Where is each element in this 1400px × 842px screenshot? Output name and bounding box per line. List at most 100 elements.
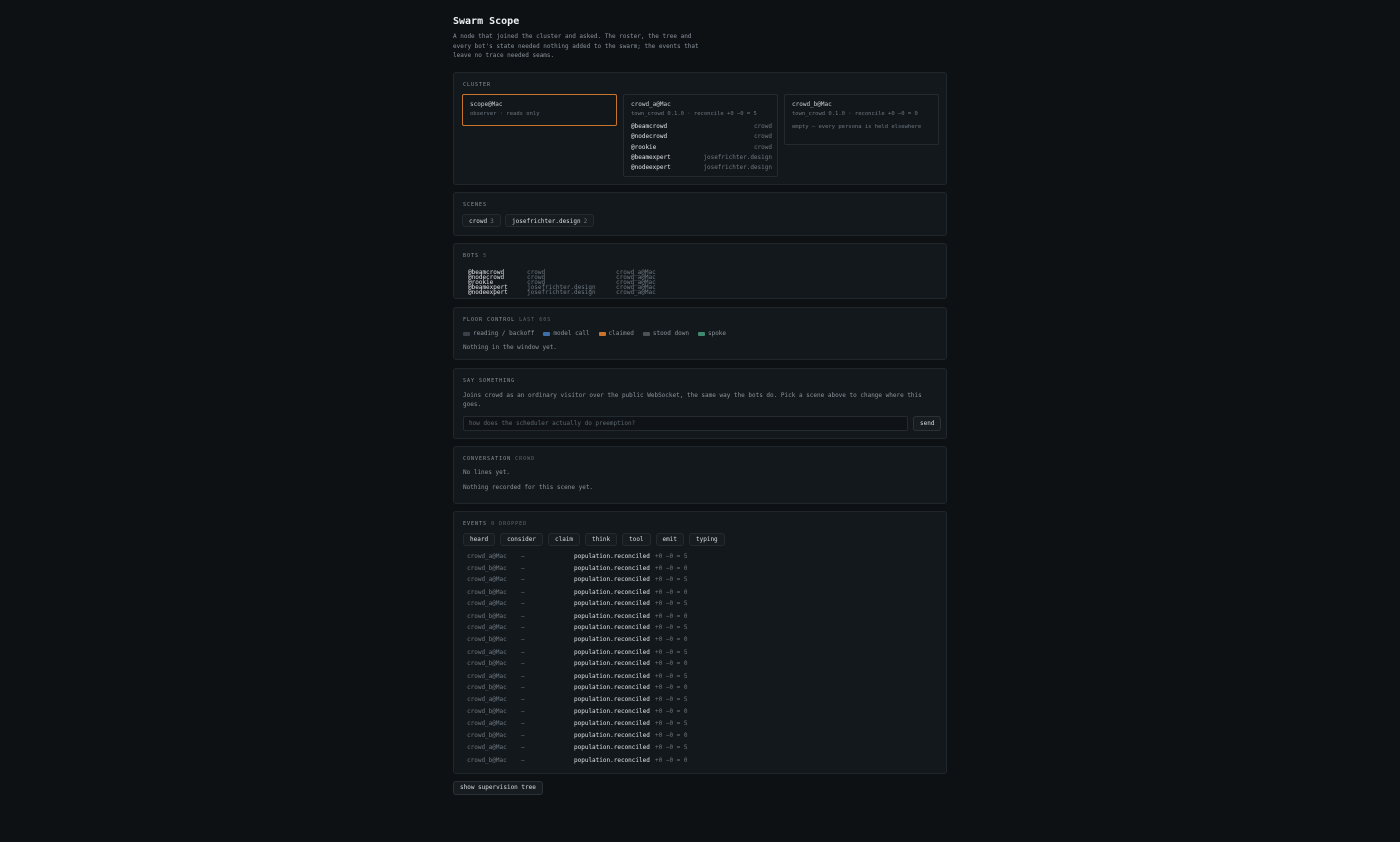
node-scope[interactable]: scope@Mac observer · reads only bbox=[462, 94, 617, 126]
conversation-empty-lines: No lines yet. bbox=[463, 469, 510, 476]
event-node: crowd_a@Mac bbox=[467, 576, 507, 583]
legend-swatch bbox=[463, 331, 470, 336]
scenes-title: SCENES bbox=[463, 202, 488, 208]
scene-chip-josefrichter[interactable]: josefrichter.design 2 bbox=[505, 214, 595, 227]
event-kind: population.reconciled bbox=[574, 696, 650, 703]
legend-label: reading / backoff bbox=[473, 330, 535, 337]
legend-label: stood down bbox=[652, 330, 689, 337]
roster-row: @nodecrowd crowd bbox=[631, 133, 772, 143]
event-value: +0 −0 = 0 bbox=[655, 660, 688, 667]
scene-count: 3 bbox=[490, 218, 494, 225]
roster-handle: @beamexpert bbox=[631, 153, 671, 161]
roster-handle: @nodeexpert bbox=[631, 164, 671, 172]
events-card: EVENTS 0 DROPPED heard consider claim th… bbox=[453, 511, 947, 774]
event-kind: population.reconciled bbox=[574, 757, 650, 764]
node-crowd-a[interactable]: crowd_a@Mac town_crowd 0.1.0 · reconcile… bbox=[623, 94, 778, 177]
scene-name: crowd bbox=[469, 218, 488, 225]
event-value: +0 −0 = 5 bbox=[655, 576, 688, 583]
event-kind: population.reconciled bbox=[574, 600, 650, 607]
event-dash: — bbox=[521, 613, 525, 620]
event-kind: population.reconciled bbox=[574, 576, 650, 583]
event-value: +0 −0 = 5 bbox=[655, 624, 688, 631]
filter-claim[interactable]: claim bbox=[547, 533, 581, 546]
node-crowd-b[interactable]: crowd_b@Mac town_crowd 0.1.0 · reconcile… bbox=[784, 94, 939, 145]
node-name: scope@Mac bbox=[470, 101, 503, 108]
roster-row: @nodeexpert josefrichter.design bbox=[631, 164, 772, 174]
event-dash: — bbox=[521, 732, 525, 739]
legend-swatch bbox=[697, 331, 705, 336]
events-title-text: EVENTS bbox=[463, 521, 488, 527]
event-kind: population.reconciled bbox=[574, 624, 650, 631]
say-description: Joins crowd as an ordinary visitor over … bbox=[463, 392, 922, 408]
roster-row: @beamcrowd crowd bbox=[631, 123, 772, 133]
event-node: crowd_a@Mac bbox=[467, 673, 507, 680]
filter-typing[interactable]: typing bbox=[689, 533, 725, 546]
event-dash: — bbox=[521, 708, 525, 715]
floor-legend: reading / backoff model call claimed sto… bbox=[463, 330, 726, 337]
event-node: crowd_a@Mac bbox=[467, 649, 507, 656]
event-kind: population.reconciled bbox=[574, 684, 650, 691]
event-node: crowd_b@Mac bbox=[467, 757, 507, 764]
show-supervision-tree-button[interactable]: show supervision tree bbox=[453, 781, 543, 795]
filter-think[interactable]: think bbox=[585, 533, 618, 546]
roster-row: @rookie crowd bbox=[631, 144, 772, 154]
event-kind: population.reconciled bbox=[574, 613, 650, 620]
legend-label: spoke bbox=[707, 330, 727, 337]
event-kind: population.reconciled bbox=[574, 649, 650, 656]
event-dash: — bbox=[521, 757, 525, 764]
conversation-scene: CROWD bbox=[515, 456, 536, 462]
roster-scene: crowd bbox=[753, 133, 772, 141]
bots-title-text: BOTS bbox=[463, 253, 480, 259]
roster-handle: @nodecrowd bbox=[631, 133, 668, 141]
roster-handle: @beamcrowd bbox=[631, 123, 668, 130]
roster-scene: crowd bbox=[753, 143, 772, 151]
event-node: crowd_a@Mac bbox=[467, 600, 507, 607]
event-kind: population.reconciled bbox=[574, 589, 650, 596]
scene-name: josefrichter.design bbox=[512, 218, 581, 225]
event-dash: — bbox=[521, 696, 525, 703]
event-kind: population.reconciled bbox=[574, 553, 650, 560]
floor-control-card: FLOOR CONTROL LAST 60S reading / backoff… bbox=[453, 307, 947, 360]
node-sub: town_crowd 0.1.0 · reconcile +0 −0 = 0 bbox=[792, 111, 918, 117]
bot-scene: josefrichter.design bbox=[527, 289, 596, 296]
message-input[interactable] bbox=[463, 416, 908, 431]
scene-count: 2 bbox=[583, 218, 588, 225]
event-value: +0 −0 = 5 bbox=[655, 744, 688, 751]
node-sub: observer · reads only bbox=[470, 111, 540, 117]
floor-title-text: FLOOR CONTROL bbox=[463, 317, 516, 323]
roster-scene: crowd bbox=[753, 123, 772, 130]
event-node: crowd_a@Mac bbox=[467, 624, 507, 631]
event-dash: — bbox=[521, 565, 525, 572]
filter-consider[interactable]: consider bbox=[500, 533, 543, 546]
event-value: +0 −0 = 0 bbox=[655, 757, 688, 764]
event-kind: population.reconciled bbox=[574, 660, 650, 667]
event-kind: population.reconciled bbox=[574, 744, 650, 751]
filter-heard[interactable]: heard bbox=[463, 533, 496, 546]
event-dash: — bbox=[521, 649, 525, 656]
node-sub: town_crowd 0.1.0 · reconcile +0 −0 = 5 bbox=[631, 111, 757, 117]
page-title: Swarm Scope bbox=[453, 16, 520, 27]
conversation-card: CONVERSATION CROWD No lines yet. Nothing… bbox=[453, 446, 947, 504]
roster-row: @beamexpert josefrichter.design bbox=[631, 154, 772, 164]
filter-emit[interactable]: emit bbox=[655, 533, 684, 546]
filter-tool[interactable]: tool bbox=[622, 533, 651, 546]
legend-item: model call bbox=[543, 330, 590, 337]
node-roster: @beamcrowd crowd @nodecrowd crowd @rookie c… bbox=[631, 123, 772, 174]
event-value: +0 −0 = 5 bbox=[655, 600, 688, 607]
event-filters: heard consider claim think tool emit typ… bbox=[463, 533, 725, 546]
roster-scene: josefrichter.design bbox=[703, 153, 772, 161]
legend-swatch bbox=[642, 331, 650, 336]
event-value: +0 −0 = 5 bbox=[655, 553, 688, 560]
node-name: crowd_a@Mac bbox=[631, 101, 671, 108]
event-value: +0 −0 = 5 bbox=[655, 649, 688, 656]
event-value: +0 −0 = 0 bbox=[655, 613, 688, 620]
scene-chip-crowd[interactable]: crowd 3 bbox=[462, 214, 501, 227]
conversation-title: CONVERSATION CROWD bbox=[463, 456, 535, 462]
event-dash: — bbox=[521, 673, 525, 680]
event-node: crowd_a@Mac bbox=[467, 720, 507, 727]
event-dash: — bbox=[521, 624, 525, 631]
event-node: crowd_b@Mac bbox=[467, 708, 507, 715]
node-name: crowd_b@Mac bbox=[792, 101, 832, 108]
send-button[interactable]: send bbox=[913, 416, 942, 431]
event-dash: — bbox=[521, 684, 525, 691]
